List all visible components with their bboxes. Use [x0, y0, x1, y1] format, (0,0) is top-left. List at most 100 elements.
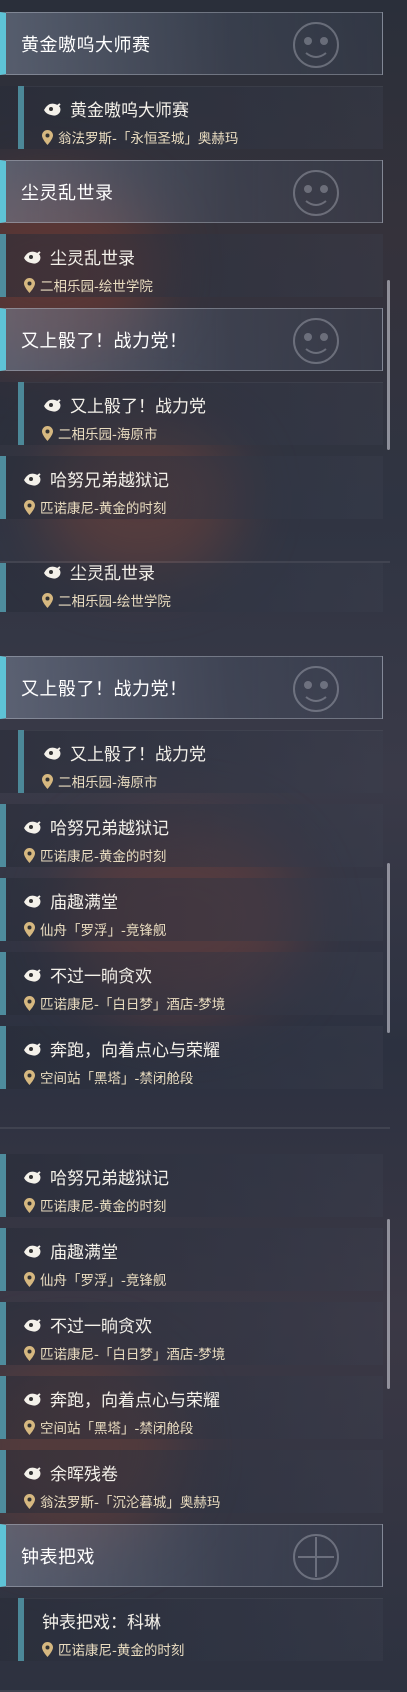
quest-location: 空间站「黑塔」-禁闭舱段	[40, 1421, 194, 1437]
quest-icon	[24, 894, 41, 908]
item-accent	[0, 1302, 6, 1365]
location-pin-icon	[24, 1069, 35, 1085]
item-accent	[0, 1228, 6, 1291]
header-title: 钟表把戏	[21, 1546, 95, 1568]
quest-list-item[interactable]: 不过一晌贪欢 匹诺康尼-「白日梦」酒店-梦境	[0, 952, 383, 1015]
quest-location: 匹诺康尼-黄金的时刻	[40, 501, 167, 517]
location-pin-icon	[24, 847, 35, 863]
header-title: 尘灵乱世录	[21, 182, 114, 204]
quest-icon	[24, 1318, 41, 1332]
mascot-seal-icon	[293, 666, 339, 712]
header-title: 又上骰了！战力党！	[21, 678, 188, 700]
location-pin-icon	[24, 499, 35, 515]
quest-location: 翁法罗斯-「沉沦暮城」奥赫玛	[40, 1495, 221, 1511]
quest-icon	[24, 250, 41, 264]
header-row[interactable]: 尘灵乱世录	[0, 160, 383, 223]
quest-name: 尘灵乱世录	[70, 564, 155, 584]
quest-icon	[24, 472, 41, 486]
item-accent	[0, 1376, 6, 1439]
quest-icon	[24, 1042, 41, 1056]
quest-icon	[44, 398, 61, 412]
quest-location: 匹诺康尼-「白日梦」酒店-梦境	[40, 1347, 226, 1363]
quest-icon	[24, 1170, 41, 1184]
item-accent	[0, 1026, 6, 1089]
item-accent	[0, 563, 6, 612]
quest-list-item[interactable]: 奔跑，向着点心与荣耀 空间站「黑塔」-禁闭舱段	[0, 1026, 383, 1089]
quest-name: 不过一晌贪欢	[50, 1317, 152, 1337]
mascot-seal-icon	[293, 318, 339, 364]
item-accent	[0, 878, 6, 941]
mascot-seal-icon	[293, 22, 339, 68]
quest-name: 庙趣满堂	[50, 893, 118, 913]
quest-list-item[interactable]: 哈努兄弟越狱记 匹诺康尼-黄金的时刻	[0, 804, 383, 867]
quest-location: 翁法罗斯-「永恒圣城」奥赫玛	[58, 131, 239, 147]
quest-location: 匹诺康尼-「白日梦」酒店-梦境	[40, 997, 226, 1013]
scrollbar[interactable]	[387, 1219, 390, 1389]
quest-location: 匹诺康尼-黄金的时刻	[40, 1199, 167, 1215]
quest-icon	[24, 1244, 41, 1258]
screenshot-panel-3: 哈努兄弟越狱记 匹诺康尼-黄金的时刻 庙趣满堂 仙舟「罗浮」-竞锋舰 不过一晌贪…	[0, 1129, 390, 1692]
quest-list-item[interactable]: 哈努兄弟越狱记 匹诺康尼-黄金的时刻	[0, 456, 383, 519]
mascot-seal-icon	[293, 1534, 339, 1580]
item-accent	[0, 234, 6, 297]
quest-name: 黄金嗷呜大师赛	[70, 101, 189, 121]
item-accent	[0, 1154, 6, 1217]
header-row[interactable]: 又上骰了！战力党！	[0, 656, 383, 719]
quest-list-item[interactable]: 又上骰了！战力党 二相乐园-海原市	[0, 382, 383, 445]
location-pin-icon	[24, 1493, 35, 1509]
quest-location: 二相乐园-海原市	[58, 775, 158, 791]
header-row[interactable]: 钟表把戏	[0, 1524, 383, 1587]
location-pin-icon	[24, 1345, 35, 1361]
quest-name: 奔跑，向着点心与荣耀	[50, 1391, 220, 1411]
location-pin-icon	[42, 129, 53, 145]
location-pin-icon	[42, 425, 53, 441]
scrollbar[interactable]	[387, 280, 390, 450]
header-row[interactable]: 黄金嗷呜大师赛	[0, 12, 383, 75]
quest-list-item[interactable]: 不过一晌贪欢 匹诺康尼-「白日梦」酒店-梦境	[0, 1302, 383, 1365]
location-pin-icon	[42, 773, 53, 789]
quest-location: 二相乐园-海原市	[58, 427, 158, 443]
quest-name: 庙趣满堂	[50, 1243, 118, 1263]
location-pin-icon	[42, 592, 53, 608]
location-pin-icon	[42, 1641, 53, 1657]
quest-location: 匹诺康尼-黄金的时刻	[40, 849, 167, 865]
quest-location: 仙舟「罗浮」-竞锋舰	[40, 1273, 167, 1289]
quest-location: 二相乐园-绘世学院	[58, 594, 171, 610]
quest-list-item[interactable]: 庙趣满堂 仙舟「罗浮」-竞锋舰	[0, 1228, 383, 1291]
header-row[interactable]: 又上骰了！战力党！	[0, 308, 383, 371]
scrollbar[interactable]	[387, 863, 390, 1033]
location-pin-icon	[24, 921, 35, 937]
quest-list-item[interactable]: 余晖残卷 翁法罗斯-「沉沦暮城」奥赫玛	[0, 1450, 383, 1513]
item-accent	[0, 456, 6, 519]
quest-location: 二相乐园-绘世学院	[40, 279, 153, 295]
quest-list-item[interactable]: 奔跑，向着点心与荣耀 空间站「黑塔」-禁闭舱段	[0, 1376, 383, 1439]
quest-list-item[interactable]: 尘灵乱世录 二相乐园-绘世学院	[0, 234, 383, 297]
quest-location: 空间站「黑塔」-禁闭舱段	[40, 1071, 194, 1087]
quest-list-item[interactable]: 又上骰了！战力党 二相乐园-海原市	[0, 730, 383, 793]
quest-icon	[24, 968, 41, 982]
quest-name: 尘灵乱世录	[50, 249, 135, 269]
quest-icon	[44, 746, 61, 760]
item-accent	[0, 1450, 6, 1513]
quest-icon	[44, 102, 61, 116]
quest-list-item[interactable]: 黄金嗷呜大师赛 翁法罗斯-「永恒圣城」奥赫玛	[0, 86, 383, 149]
quest-icon	[24, 820, 41, 834]
quest-name: 哈努兄弟越狱记	[50, 819, 169, 839]
quest-location: 仙舟「罗浮」-竞锋舰	[40, 923, 167, 939]
screenshot-panel-1: 黄金嗷呜大师赛 黄金嗷呜大师赛 翁法罗斯-「永恒圣城」奥赫玛 尘灵乱世录 尘灵乱…	[0, 0, 390, 563]
location-pin-icon	[24, 1197, 35, 1213]
header-title: 又上骰了！战力党！	[21, 330, 188, 352]
quest-name: 又上骰了！战力党	[70, 745, 206, 765]
quest-location: 匹诺康尼-黄金的时刻	[58, 1643, 185, 1659]
location-pin-icon	[24, 277, 35, 293]
item-accent	[0, 804, 6, 867]
quest-list-item[interactable]: 哈努兄弟越狱记 匹诺康尼-黄金的时刻	[0, 1154, 383, 1217]
quest-name: 奔跑，向着点心与荣耀	[50, 1041, 220, 1061]
quest-list-item[interactable]: 庙趣满堂 仙舟「罗浮」-竞锋舰	[0, 878, 383, 941]
location-pin-icon	[24, 995, 35, 1011]
quest-list-item[interactable]: 尘灵乱世录 二相乐园-绘世学院	[0, 563, 383, 612]
quest-icon	[24, 1466, 41, 1480]
mascot-seal-icon	[293, 170, 339, 216]
location-pin-icon	[24, 1271, 35, 1287]
quest-list-item[interactable]: 钟表把戏：科琳 匹诺康尼-黄金的时刻	[0, 1598, 383, 1661]
